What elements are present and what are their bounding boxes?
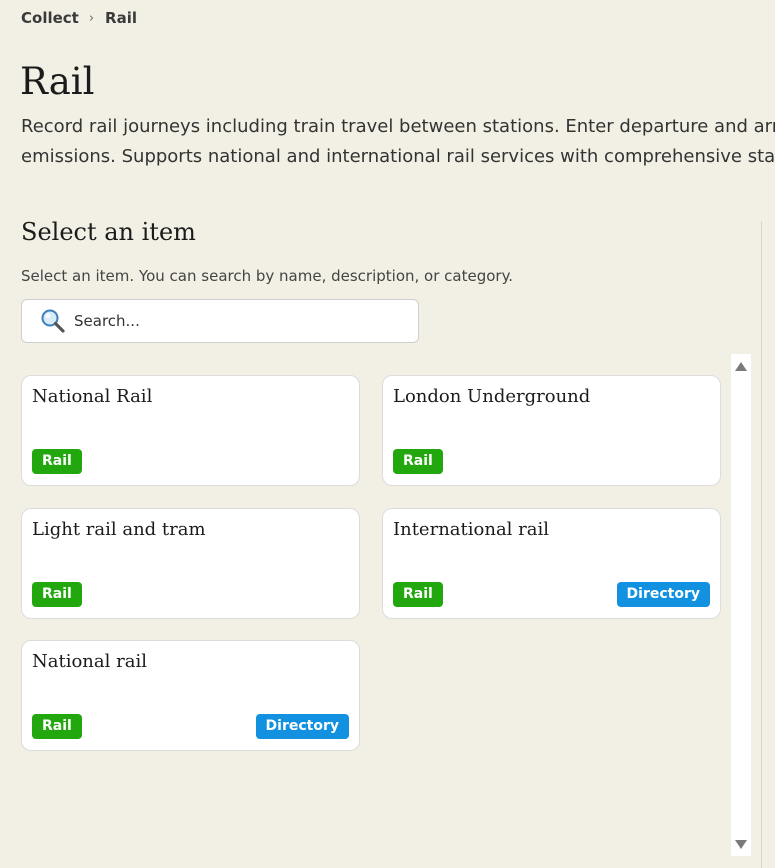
rail-tag: Rail <box>393 449 443 474</box>
rail-tag: Rail <box>393 582 443 607</box>
item-title: London Underground <box>393 386 591 407</box>
item-title: Light rail and tram <box>32 519 206 540</box>
search-box[interactable] <box>21 299 419 343</box>
search-input[interactable] <box>72 311 396 331</box>
item-card-international-rail[interactable]: International rail Rail Directory <box>382 508 721 619</box>
page-description: Record rail journeys including train tra… <box>0 112 775 176</box>
rail-tag: Rail <box>32 582 82 607</box>
scroll-down-arrow-icon[interactable] <box>735 840 747 849</box>
breadcrumb-collect[interactable]: Collect <box>21 9 79 27</box>
directory-tag: Directory <box>255 714 349 739</box>
page-description-line-1: Record rail journeys including train tra… <box>21 116 775 137</box>
scrollbar[interactable] <box>731 354 751 856</box>
item-card-london-underground[interactable]: London Underground Rail <box>382 375 721 486</box>
breadcrumb-rail[interactable]: Rail <box>105 9 137 27</box>
page-description-line-2: emissions. Supports national and interna… <box>21 146 775 167</box>
section-title: Select an item <box>21 218 196 246</box>
item-card-national-rail[interactable]: National Rail Rail <box>21 375 360 486</box>
chevron-right-icon: › <box>88 10 95 26</box>
panel-divider <box>761 221 762 868</box>
item-title: International rail <box>393 519 549 540</box>
item-title: National Rail <box>32 386 153 407</box>
rail-tag: Rail <box>32 449 82 474</box>
scroll-up-arrow-icon[interactable] <box>735 362 747 371</box>
page-title: Rail <box>20 60 95 103</box>
search-icon <box>38 308 68 334</box>
item-card-light-rail-and-tram[interactable]: Light rail and tram Rail <box>21 508 360 619</box>
item-card-national-rail-directory[interactable]: National rail Rail Directory <box>21 640 360 751</box>
breadcrumb: Collect › Rail <box>21 9 137 27</box>
section-help-text: Select an item. You can search by name, … <box>21 267 514 285</box>
item-title: National rail <box>32 651 147 672</box>
directory-tag: Directory <box>616 582 710 607</box>
rail-tag: Rail <box>32 714 82 739</box>
